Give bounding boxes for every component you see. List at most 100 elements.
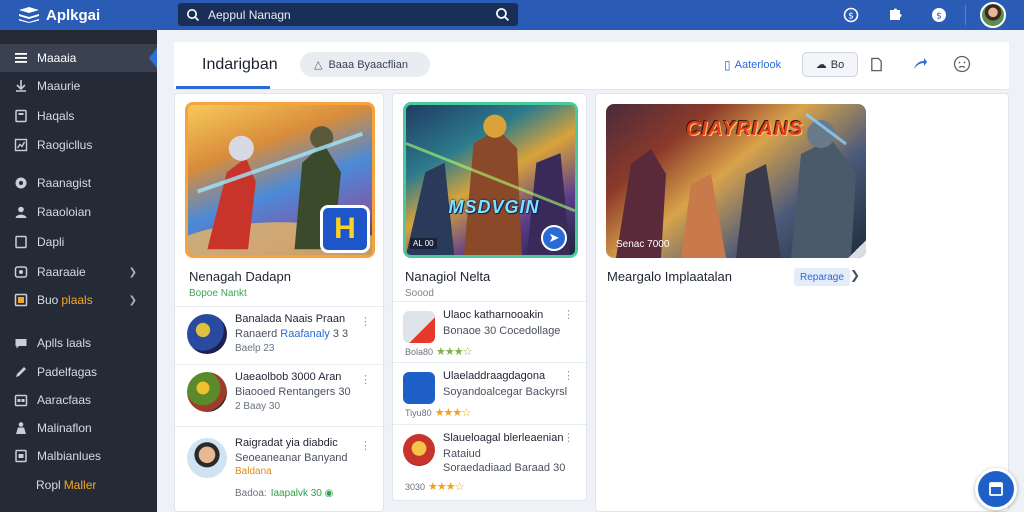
sidebar-item-malbianlues[interactable]: Malbianlues — [0, 442, 157, 470]
star-rating-icon: ★★★☆ — [436, 346, 472, 358]
share-icon[interactable] — [910, 54, 930, 74]
chart-icon — [14, 138, 28, 152]
file-icon[interactable] — [866, 54, 886, 74]
star-rating-icon: ★★★☆ — [434, 407, 471, 419]
featured-card-right[interactable]: CIAYRIANS Senac 7000 Meargalo Implaatala… — [595, 93, 1009, 512]
sidebar-item-haqals[interactable]: Haqals — [0, 102, 157, 130]
more-icon[interactable]: ⋮ — [360, 315, 371, 328]
sidebar-item-label: Raaraaie — [37, 265, 86, 279]
search-input[interactable] — [208, 7, 495, 22]
sidebar-item-highlight: Maller — [63, 478, 97, 492]
card-title: Nanagiol Nelta — [405, 269, 491, 284]
list-item[interactable]: Uaeaolbob 3000 Aran Biaooed Rentangers 3… — [175, 364, 383, 420]
sidebar-item-label: Maaurie — [37, 79, 81, 93]
tab-indarigban[interactable]: Indarigban — [186, 42, 294, 88]
chevron-down-icon[interactable]: ❯ — [129, 295, 137, 306]
document-icon — [14, 235, 28, 249]
item-meta: Soraedadiaad Baraad 30 — [443, 462, 566, 474]
puzzle-icon[interactable] — [887, 7, 903, 23]
top-bar: Aplkgai $ $ — [0, 0, 1024, 30]
header-button[interactable]: ☁ Bo — [802, 52, 858, 77]
pen-icon — [14, 365, 28, 379]
sidebar-item-padelfagas[interactable]: Padelfagas — [0, 358, 157, 386]
more-icon[interactable]: ⋮ — [360, 439, 371, 452]
list-item[interactable]: Ulaoc katharnooakin Bonaoe 30 Cocedollag… — [393, 301, 586, 363]
aaterlook-link[interactable]: ▯ Aaterlook — [724, 54, 781, 76]
card-title: Nenagah Dadapn — [189, 269, 291, 284]
sidebar-item-maaaia[interactable]: Maaaia — [0, 44, 157, 72]
card-subtitle: Bopoe Nankt — [189, 288, 247, 299]
more-icon[interactable]: ⋮ — [563, 431, 574, 444]
brand-logo[interactable]: Aplkgai — [0, 7, 168, 24]
sidebar-item-label: Raanagist — [37, 176, 92, 190]
search-submit-icon[interactable] — [495, 7, 510, 22]
download-icon — [14, 79, 28, 93]
game-avatar — [187, 372, 227, 412]
search-bar[interactable] — [178, 3, 518, 26]
game-hero-image[interactable]: MSDVGIN AL 00 ➤ — [403, 102, 578, 258]
game-hero-image[interactable]: CIAYRIANS Senac 7000 — [606, 104, 866, 258]
featured-card-middle[interactable]: MSDVGIN AL 00 ➤ Nanagiol Nelta Soood Ula… — [392, 93, 588, 501]
notification-icon[interactable]: $ — [931, 7, 947, 23]
list-item[interactable]: Raigradat yia diabdic Seoeaneanar Banyan… — [175, 430, 383, 486]
sidebar-item-raanagist[interactable]: Raanagist — [0, 169, 157, 197]
search-icon — [187, 8, 200, 21]
sidebar-item-maaurie[interactable]: Maaurie — [0, 72, 157, 100]
item-subtitle: Bonaoe 30 Cocedollage — [443, 325, 561, 337]
chevron-down-icon[interactable]: ❯ — [129, 267, 137, 278]
star-rating-icon: ★★★☆ — [428, 481, 464, 493]
sidebar-item-aaracfaas[interactable]: Aaracfaas — [0, 386, 157, 414]
chevron-right-icon[interactable]: ❯ — [850, 268, 860, 282]
sidebar-item-raaoloian[interactable]: Raaoloian — [0, 198, 157, 226]
svg-text:$: $ — [848, 12, 854, 22]
game-hero-image[interactable]: H — [185, 102, 375, 258]
reparage-tag-button[interactable]: Reparage — [794, 268, 850, 286]
sidebar-item-label: Buo — [37, 293, 59, 307]
sidebar-item-ropl[interactable]: Ropl Maller — [0, 471, 157, 499]
triangle-icon: △ — [314, 59, 323, 71]
lock-icon — [14, 449, 28, 463]
lightning-icon: ➤ — [541, 225, 567, 251]
sidebar-item-label: Malinaflon — [37, 421, 92, 435]
corner-fold — [848, 240, 866, 258]
list-item[interactable]: Slaueloagal blerleaenian Rataiud Soraeda… — [393, 424, 586, 500]
sidebar-item-raaraaie[interactable]: Raaraaie ❯ — [0, 258, 157, 286]
item-meta: Baldana — [235, 466, 272, 477]
window-icon — [989, 482, 1003, 496]
item-rating: 3030 ★★★☆ — [405, 481, 464, 493]
more-icon[interactable]: ⋮ — [563, 369, 574, 382]
sidebar: Maaaia Maaurie Haqals Raogicllus Raanagi… — [0, 30, 157, 512]
featured-card-left[interactable]: H Nenagah Dadapn Bopoe Nankt Banalada Na… — [174, 93, 385, 512]
sidebar-item-label: Dapli — [37, 235, 65, 249]
coin-icon[interactable]: $ — [843, 7, 859, 23]
more-icon[interactable]: ⋮ — [563, 308, 574, 321]
list-item[interactable]: Ulaeladdraagdagona Soyandoalcegar Backyr… — [393, 362, 586, 424]
cloud-icon: ☁ — [815, 59, 827, 71]
sidebar-item-dapli[interactable]: Dapli — [0, 228, 157, 256]
list-item[interactable]: Banalada Naais Praan Ranaerd Raafanaly 3… — [175, 306, 383, 362]
app-icon — [403, 311, 435, 343]
user-avatar[interactable] — [980, 2, 1006, 28]
check-icon: ◉ — [324, 488, 334, 499]
sidebar-item-label: Malbianlues — [37, 449, 102, 463]
more-icon[interactable]: ⋮ — [360, 373, 371, 386]
item-title: Raigradat yia diabdic — [235, 437, 338, 449]
sidebar-item-malinaflon[interactable]: Malinaflon — [0, 414, 157, 442]
menu-icon — [14, 51, 28, 65]
floating-action-button[interactable] — [975, 468, 1017, 510]
sidebar-item-highlight: plaals — [61, 293, 93, 307]
top-actions: $ $ — [843, 2, 1006, 28]
divider — [175, 426, 385, 427]
sidebar-item-raogicllus[interactable]: Raogicllus — [0, 131, 157, 159]
book-icon — [14, 109, 28, 123]
sidebar-item-aplls-laals[interactable]: Aplls laals — [0, 329, 157, 357]
item-subtitle: Seoeaneanar Banyand — [235, 452, 348, 464]
item-subtitle: Rataiud — [443, 448, 481, 460]
sidebar-item-buo[interactable]: Buo plaals ❯ — [0, 286, 157, 314]
filter-pill[interactable]: △ Baaa Byaacflian — [300, 52, 430, 77]
svg-text:$: $ — [936, 12, 942, 22]
item-meta: Baelp 23 — [235, 343, 275, 354]
shield-icon — [14, 265, 28, 279]
calendar-icon — [14, 393, 28, 407]
face-icon[interactable] — [952, 54, 972, 74]
